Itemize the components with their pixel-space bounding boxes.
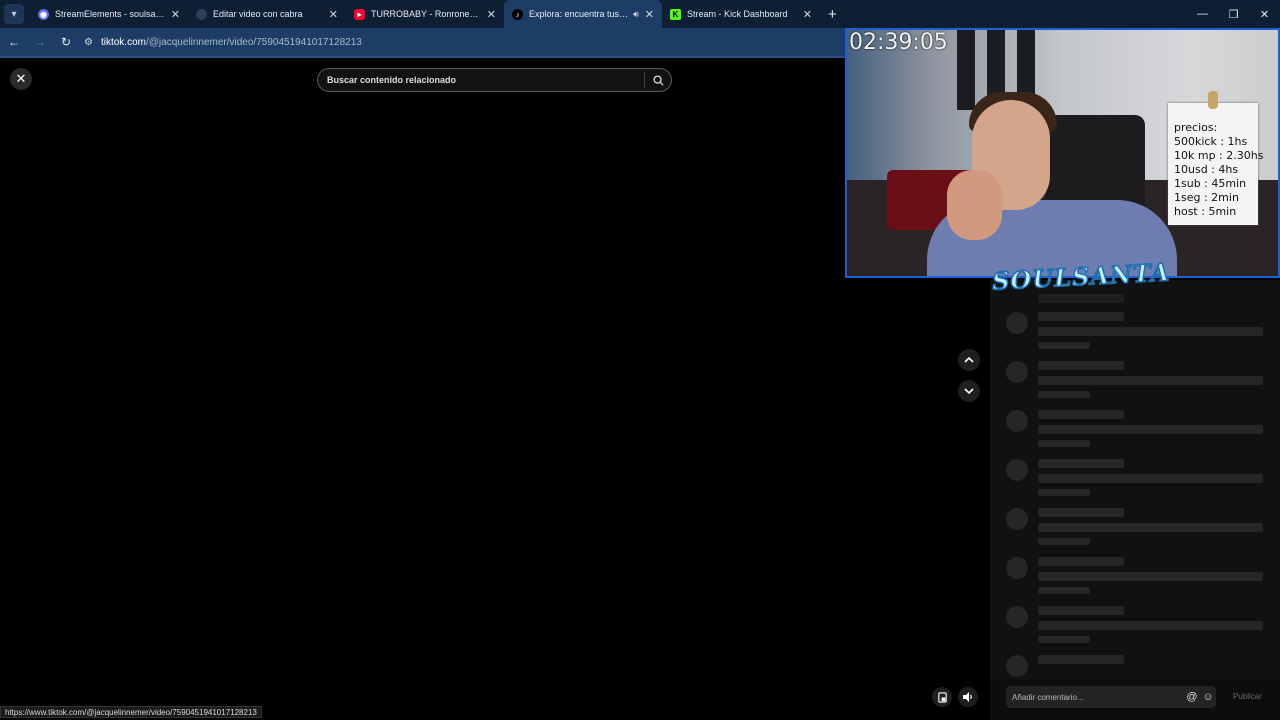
youtube-icon: ▸ [354, 8, 365, 20]
cabra-icon [196, 8, 207, 20]
streamelements-icon: ◉ [38, 8, 49, 20]
comment-input[interactable] [1006, 692, 1184, 702]
tab-label: Explora: encuentra tus vide [529, 9, 630, 19]
chevron-up-icon [964, 356, 974, 363]
comment-skeleton [990, 508, 1280, 548]
picture-in-picture-button[interactable] [932, 687, 952, 707]
price-line: 10k mp : 2.30hs [1174, 149, 1264, 162]
mention-icon[interactable]: @ [1184, 691, 1200, 703]
stream-timer: 02:39:05 [849, 30, 948, 55]
restore-button[interactable]: ❐ [1218, 0, 1249, 28]
tab-label: Stream - Kick Dashboard [687, 9, 788, 19]
avatar-placeholder [1006, 361, 1028, 383]
toolbar-divider [0, 56, 845, 58]
tab-editar-video[interactable]: Editar video con cabra ✕ [188, 0, 346, 28]
comment-skeleton [990, 606, 1280, 646]
minimize-button[interactable]: — [1187, 0, 1218, 28]
url-field[interactable]: tiktok.com/@jacquelinnemer/video/7590451… [101, 37, 362, 48]
next-video-button[interactable] [958, 380, 980, 402]
volume-icon [963, 692, 972, 702]
kick-icon: K [670, 8, 681, 20]
screen: ▾ ◉ StreamElements - soulsanta ✕ Editar … [0, 0, 1280, 720]
price-line: 10usd : 4hs [1174, 163, 1239, 176]
price-line: 1sub : 45min [1174, 177, 1247, 190]
new-tab-button[interactable]: + [828, 6, 837, 23]
price-line: 1seg : 2min [1174, 191, 1239, 204]
tab-close-icon[interactable]: ✕ [487, 8, 496, 21]
url-host: tiktok.com [100, 36, 146, 48]
site-settings-icon[interactable]: ⚙ [84, 37, 93, 48]
avatar-placeholder [1006, 410, 1028, 432]
avatar-placeholder [1006, 655, 1028, 677]
comments-panel [990, 280, 1280, 680]
pip-icon [937, 691, 947, 703]
window-controls: — ❐ ✕ [1187, 0, 1280, 28]
tab-label: Editar video con cabra [213, 9, 303, 19]
tiktok-icon: ♪ [512, 8, 523, 20]
tab-search-menu-button[interactable]: ▾ [4, 4, 24, 24]
comment-skeleton [990, 557, 1280, 597]
tab-streamelements[interactable]: ◉ StreamElements - soulsanta ✕ [30, 0, 188, 28]
tab-tiktok[interactable]: ♪ Explora: encuentra tus vide 🔊︎ ✕ [504, 0, 662, 28]
url-path: /@jacquelinnemer/video/75904519410171282… [145, 36, 362, 48]
publish-button[interactable]: Publicar [1233, 692, 1262, 701]
avatar-placeholder [1006, 508, 1028, 530]
tab-close-icon[interactable]: ✕ [329, 8, 338, 21]
volume-button[interactable] [958, 687, 978, 707]
tab-close-icon[interactable]: ✕ [803, 8, 812, 21]
browser-tabstrip: ▾ ◉ StreamElements - soulsanta ✕ Editar … [0, 0, 1280, 28]
price-line: host : 5min [1174, 205, 1237, 218]
comment-composer: @ ☺ Publicar [990, 680, 1280, 720]
close-window-button[interactable]: ✕ [1249, 0, 1280, 28]
comment-input-box[interactable]: @ ☺ [1006, 686, 1216, 708]
price-note: precios: 500kick : 1hs 10k mp : 2.30hs 1… [1168, 91, 1264, 225]
comment-skeleton [990, 655, 1280, 680]
close-video-button[interactable]: ✕ [10, 68, 32, 90]
tab-close-icon[interactable]: ✕ [645, 8, 654, 21]
avatar-placeholder [1006, 312, 1028, 334]
tab-label: TURROBABY - Ronronea (prod [371, 9, 481, 19]
price-line: 500kick : 1hs [1174, 135, 1248, 148]
search-input[interactable] [318, 75, 644, 85]
forward-button[interactable]: → [28, 30, 52, 54]
tab-label: StreamElements - soulsanta [55, 9, 165, 19]
speaker-icon[interactable]: 🔊︎ [633, 9, 639, 20]
comment-skeleton [990, 361, 1280, 401]
search-icon[interactable] [645, 74, 671, 86]
reload-button[interactable]: ↻ [54, 30, 78, 54]
previous-video-button[interactable] [958, 349, 980, 371]
price-line: precios: [1174, 121, 1218, 134]
comment-skeleton [990, 459, 1280, 499]
emoji-icon[interactable]: ☺ [1200, 691, 1216, 703]
avatar-placeholder [1006, 557, 1028, 579]
avatar-placeholder [1006, 606, 1028, 628]
avatar-placeholder [1006, 459, 1028, 481]
pin-icon [1208, 91, 1218, 109]
back-button[interactable]: ← [2, 30, 26, 54]
address-bar: ← → ↻ ⚙ tiktok.com/@jacquelinnemer/video… [0, 28, 845, 56]
tab-kick[interactable]: K Stream - Kick Dashboard ✕ [662, 0, 820, 28]
tab-close-icon[interactable]: ✕ [171, 8, 180, 21]
comment-skeleton [990, 410, 1280, 450]
tab-youtube[interactable]: ▸ TURROBABY - Ronronea (prod ✕ [346, 0, 504, 28]
link-status-bubble: https://www.tiktok.com/@jacquelinnemer/v… [0, 706, 262, 718]
comment-skeleton [990, 312, 1280, 352]
chevron-down-icon [964, 388, 974, 395]
skeleton-line [1038, 294, 1124, 303]
related-search-box[interactable] [317, 68, 672, 92]
